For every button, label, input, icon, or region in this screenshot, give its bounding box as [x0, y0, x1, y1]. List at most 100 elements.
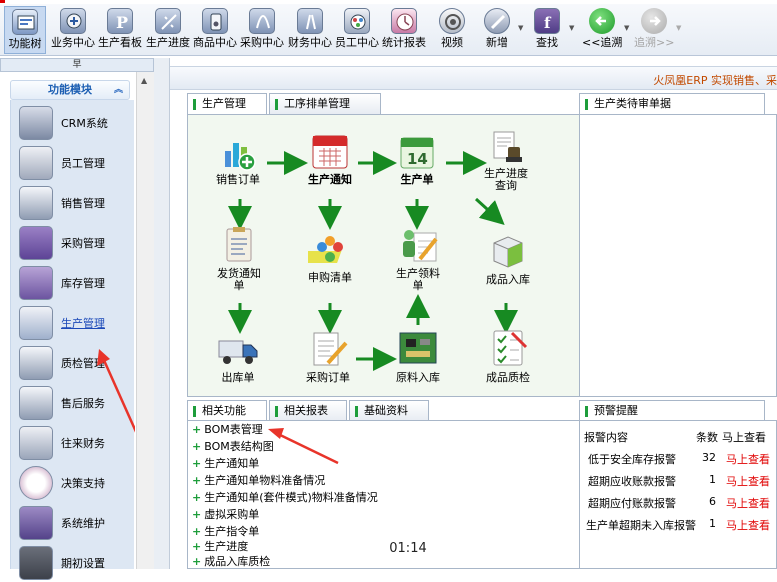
flow-node-production-notice[interactable]: 生产通知	[298, 133, 362, 186]
annotation-arrow	[97, 349, 135, 433]
tab-process-scheduling[interactable]: 工序排单管理	[269, 93, 381, 115]
view-now-link[interactable]: 马上查看	[726, 517, 770, 533]
business-center-icon	[60, 8, 86, 34]
flow-node-delivery-notice[interactable]: 发货通知单	[210, 225, 268, 292]
alert-name: 超期应付账款报警	[588, 497, 676, 510]
toolbar-label: 视频	[441, 36, 463, 49]
flow-node-material-storage[interactable]: 原料入库	[388, 327, 448, 384]
banner-text: 火凤凰ERP 实现销售、采	[653, 74, 777, 87]
flow-node-outbound-order[interactable]: 出库单	[208, 333, 268, 384]
toolbar-trace-forward-button[interactable]: 追溯>>	[634, 6, 674, 54]
sidebar-scrollbar[interactable]: ▲	[136, 72, 154, 569]
may-calendar-icon: 14	[400, 137, 434, 169]
worker-writing-icon	[403, 230, 438, 262]
tab-basic-data[interactable]: 基础资料	[349, 400, 429, 422]
flow-node-label: 生产通知	[308, 173, 352, 186]
view-now-link[interactable]: 马上查看	[726, 473, 770, 489]
view-now-link[interactable]: 马上查看	[726, 451, 770, 467]
pending-documents-panel	[579, 114, 777, 397]
toolbar-function-tree-button[interactable]: 功能树	[4, 6, 46, 54]
purchase-center-icon	[249, 8, 275, 34]
alert-count: 1	[709, 473, 716, 486]
toolbar-label: 生产进度	[146, 36, 190, 49]
tab-related-functions[interactable]: 相关功能	[187, 400, 267, 422]
toolbar-staff-center-button[interactable]: 员工中心	[334, 6, 380, 54]
tab-production-management[interactable]: 生产管理	[187, 93, 267, 115]
svg-text:P: P	[116, 13, 128, 32]
toolbar-production-board-button[interactable]: P 生产看板	[97, 6, 143, 54]
toolbar-label: 商品中心	[193, 36, 237, 49]
sidebar-collapse-handle[interactable]: 早	[0, 58, 154, 72]
toolbar-label: 查找	[536, 36, 558, 49]
toolbar-add-new-button[interactable]: 新增	[478, 6, 516, 54]
trace-back-dropdown-caret[interactable]: ▼	[624, 24, 629, 32]
flow-node-label: 生产进度查询	[484, 167, 528, 192]
circuit-board-icon	[399, 332, 437, 364]
alert-tab-strip: 预警提醒	[579, 400, 777, 422]
trace-forward-dropdown-caret[interactable]: ▼	[676, 24, 681, 32]
flow-tab-strip: 生产管理 工序排单管理	[187, 93, 587, 115]
toolbar-video-button[interactable]: 视频	[432, 6, 472, 54]
main-area: 火凤凰ERP 实现销售、采 生产管理 工序排单管理 销售订单 生产通知 14 生…	[170, 58, 777, 569]
app-corner-mark	[0, 0, 5, 3]
tab-related-reports[interactable]: 相关报表	[269, 400, 347, 422]
view-now-link[interactable]: 马上查看	[726, 495, 770, 511]
production-progress-icon	[155, 8, 181, 34]
alert-count: 32	[702, 451, 716, 464]
toolbar-purchase-center-button[interactable]: 采购中心	[239, 6, 285, 54]
alert-row: 低于安全库存报警 32 马上查看	[580, 451, 777, 471]
toolbar-label: 采购中心	[240, 36, 284, 49]
sales-order-chart-icon	[225, 143, 256, 171]
finance-center-icon	[297, 8, 323, 34]
alert-row: 超期应收账款报警 1 马上查看	[580, 473, 777, 493]
alert-count: 1	[709, 517, 716, 530]
search-icon: f	[534, 8, 560, 34]
svg-text:14: 14	[407, 150, 428, 168]
clipboard-icon	[226, 227, 252, 262]
staff-center-icon	[344, 8, 370, 34]
box-icon	[493, 236, 523, 268]
alert-header-view: 马上查看	[722, 431, 766, 444]
toolbar-trace-back-button[interactable]: <<追溯	[582, 6, 622, 54]
search-dropdown-caret[interactable]: ▼	[569, 24, 574, 32]
alert-header-content: 报警内容	[584, 431, 628, 444]
svg-text:f: f	[544, 14, 552, 32]
toolbar-goods-center-button[interactable]: 商品中心	[192, 6, 238, 54]
flow-node-finished-inspection[interactable]: 成品质检	[478, 327, 538, 384]
function-tree-icon	[12, 9, 38, 35]
flow-node-label: 发货通知单	[217, 267, 261, 292]
toolbar-business-center-button[interactable]: 业务中心	[50, 6, 96, 54]
toolbar-label: 新增	[486, 36, 508, 49]
toolbar-statistics-report-button[interactable]: 统计报表	[381, 6, 427, 54]
tab-alerts[interactable]: 预警提醒	[579, 400, 765, 422]
flow-node-purchase-order[interactable]: 采购订单	[298, 329, 358, 384]
flow-node-material-requisition[interactable]: 生产领料单	[386, 225, 450, 292]
goods-center-icon	[202, 8, 228, 34]
flow-node-label: 成品入库	[486, 273, 530, 286]
video-icon	[439, 8, 465, 34]
collapse-chevron-icon[interactable]: ︽	[114, 81, 123, 99]
trace-back-icon	[589, 8, 615, 34]
scroll-up-arrow-icon[interactable]: ▲	[141, 76, 147, 85]
pane-splitter[interactable]	[154, 58, 170, 569]
add-new-dropdown-caret[interactable]: ▼	[518, 24, 523, 32]
calendar-icon	[312, 135, 348, 169]
toolbar-label: 追溯>>	[634, 36, 675, 49]
tab-pending-documents[interactable]: 生产类待审单据	[579, 93, 765, 115]
toolbar-production-progress-button[interactable]: 生产进度	[145, 6, 191, 54]
trace-forward-icon	[641, 8, 667, 34]
time-overlay: 01:14	[372, 536, 444, 562]
toolbar-finance-center-button[interactable]: 财务中心	[287, 6, 333, 54]
sidebar-header[interactable]: 功能模块 ︽	[10, 80, 130, 100]
sidebar-module-list: CRM系统 员工管理 销售管理 采购管理 库存管理 生产管理 质检管理 售后服务…	[10, 100, 135, 580]
flow-node-finished-storage[interactable]: 成品入库	[478, 231, 538, 286]
flow-node-purchase-requisition[interactable]: 申购清单	[298, 233, 362, 284]
toolbar-label: 财务中心	[288, 36, 332, 49]
toolbar-search-button[interactable]: f 查找	[528, 6, 566, 54]
flow-node-production-order[interactable]: 14 生产单	[388, 133, 446, 186]
pending-tab-strip: 生产类待审单据	[579, 93, 777, 115]
flow-node-sales-order[interactable]: 销售订单	[208, 135, 268, 186]
alert-row: 超期应付账款报警 6 马上查看	[580, 495, 777, 515]
flow-node-production-progress-query[interactable]: 生产进度查询	[476, 129, 536, 192]
sidebar-title: 功能模块	[48, 83, 92, 96]
